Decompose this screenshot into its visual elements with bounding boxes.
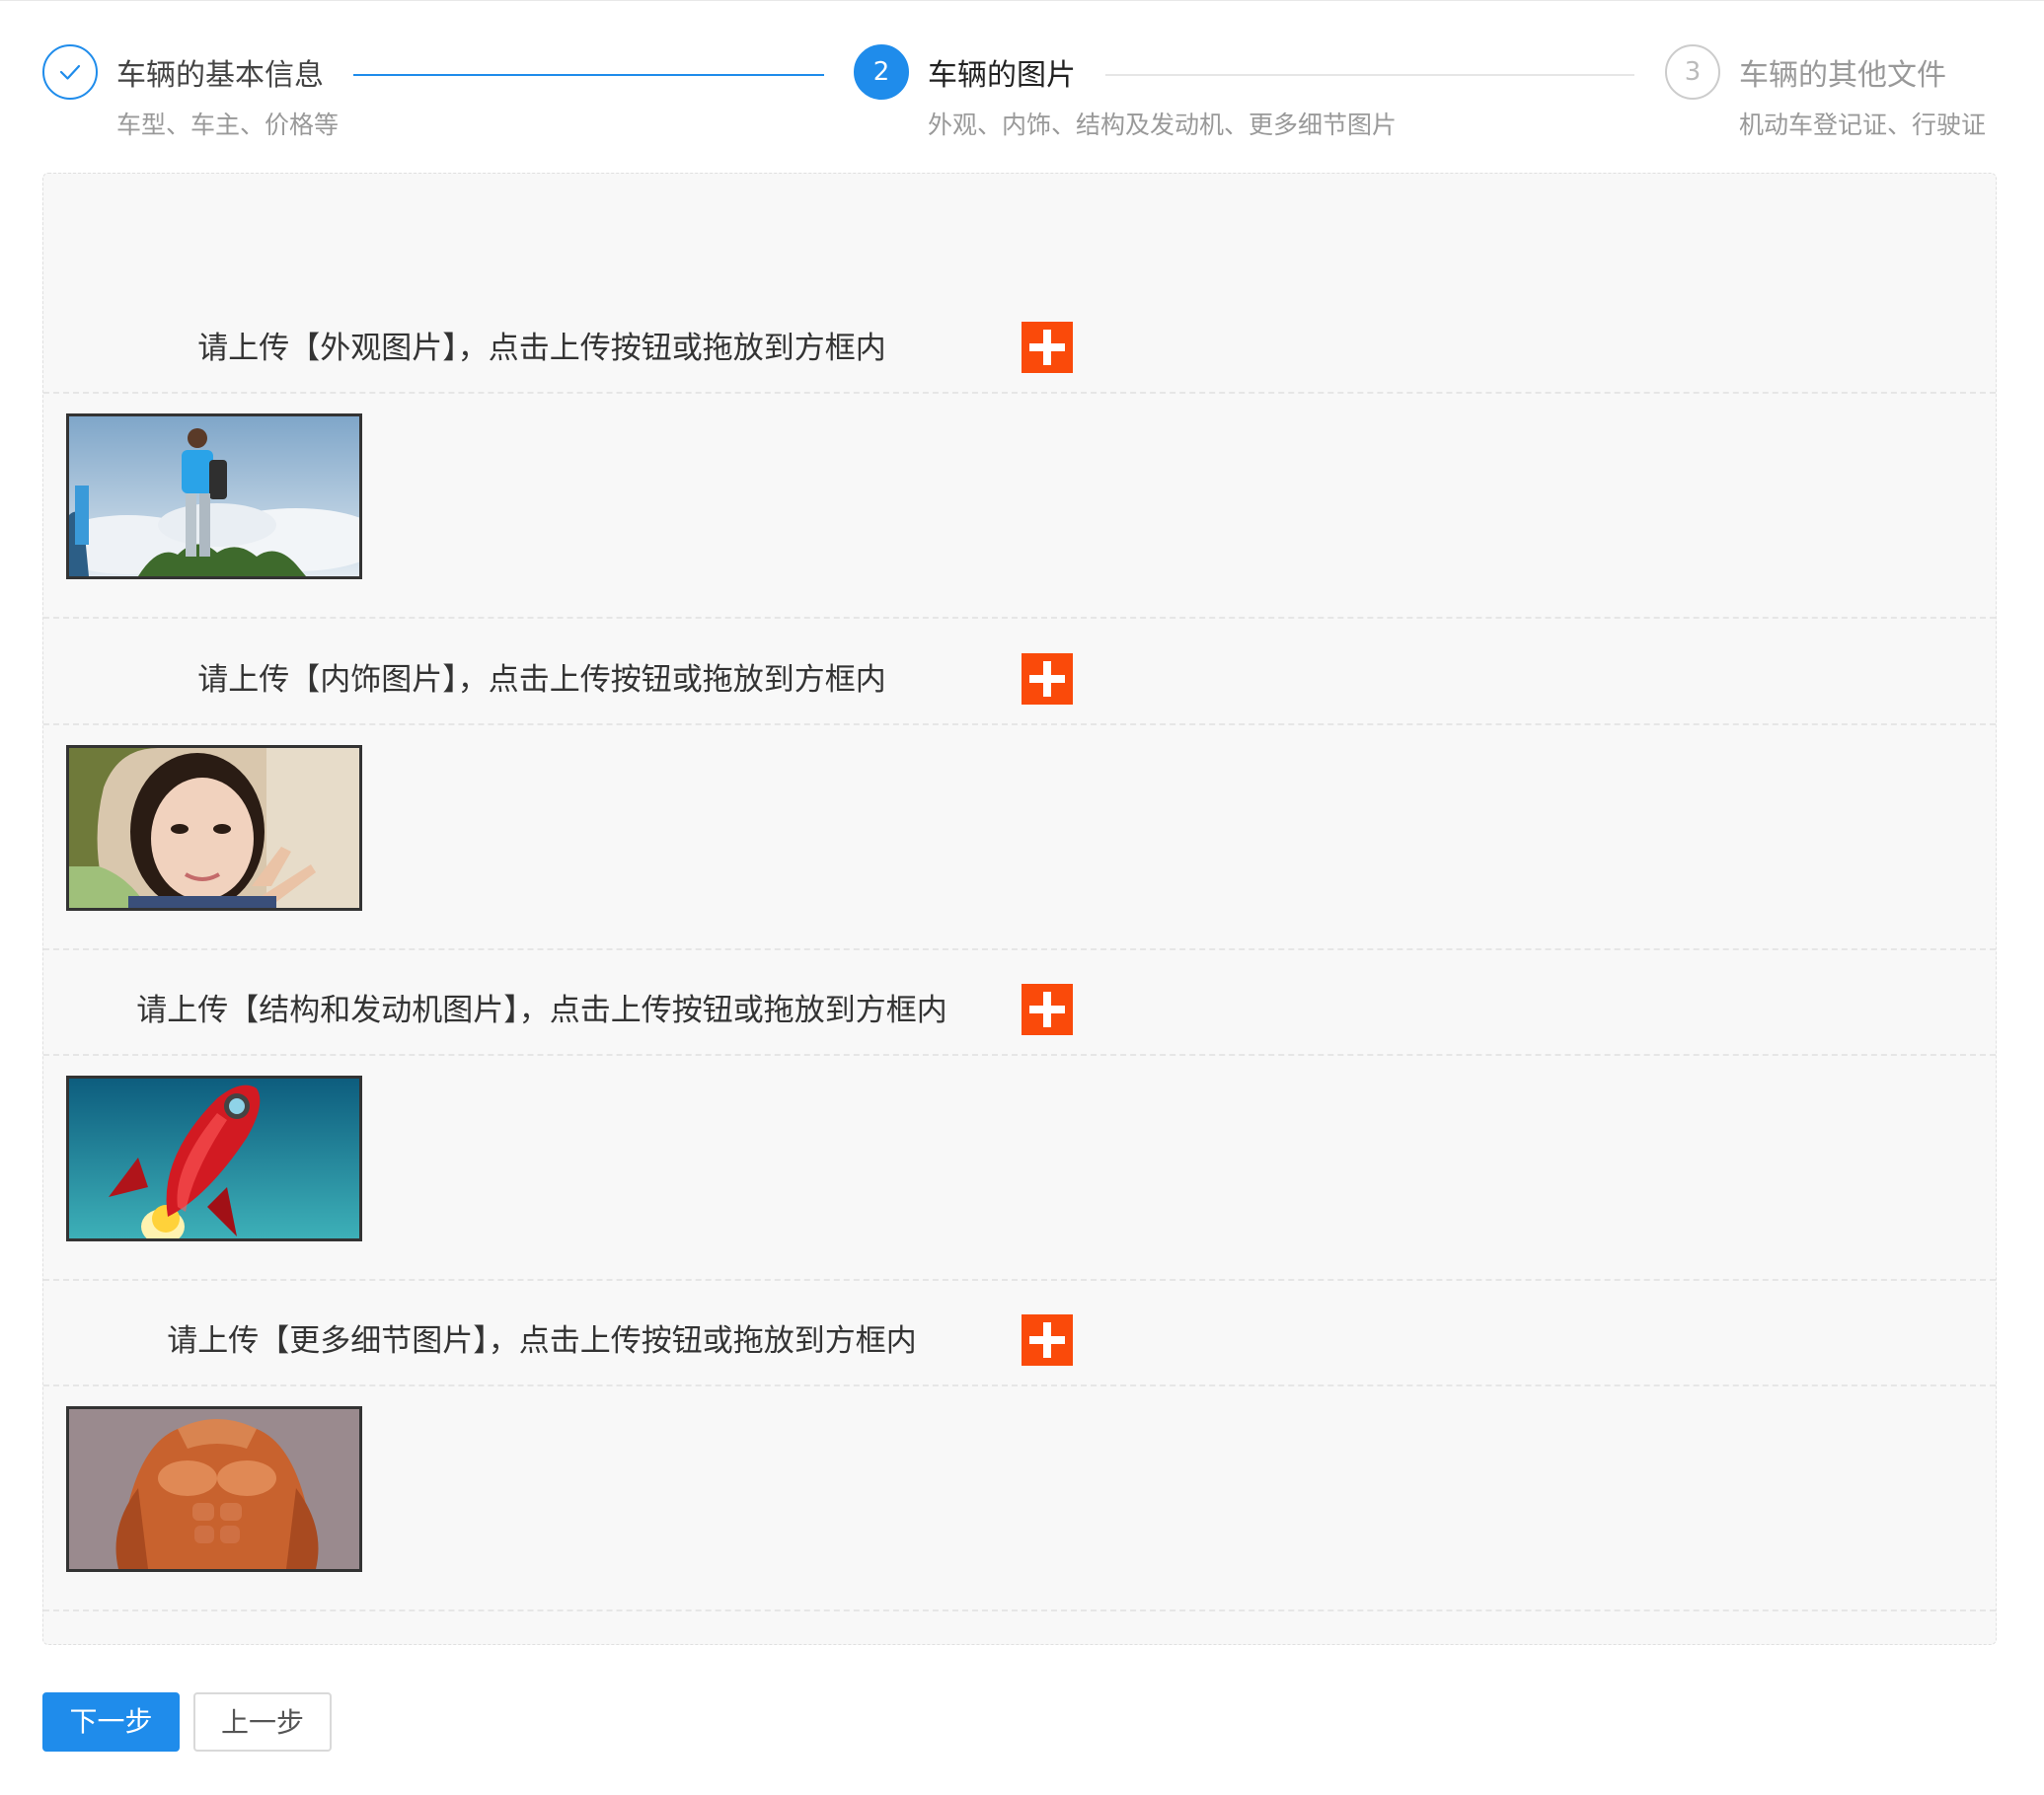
uploaded-image-thumbnail[interactable] (66, 413, 362, 579)
steps-progress: 车辆的基本信息 车型、车主、价格等 2 车辆的图片 外观、内饰、结构及发动机、更… (0, 0, 2044, 168)
upload-dropzone[interactable] (43, 1384, 1996, 1611)
upload-dropzone[interactable] (43, 723, 1996, 950)
add-upload-button[interactable] (1022, 322, 1073, 373)
upload-label: 请上传【更多细节图片】，点击上传按钮或拖放到方框内 (167, 1323, 917, 1359)
upload-section-header: 请上传【更多细节图片】，点击上传按钮或拖放到方框内 (43, 1302, 1996, 1381)
step-1-desc: 车型、车主、价格等 (116, 111, 340, 139)
upload-dropzone[interactable] (43, 392, 1996, 619)
uploaded-image-thumbnail[interactable] (66, 1406, 362, 1572)
prev-step-button[interactable]: 上一步 (193, 1692, 332, 1752)
uploaded-image-thumbnail[interactable] (66, 1076, 362, 1241)
step-connector-1 (353, 74, 824, 76)
next-step-button[interactable]: 下一步 (42, 1692, 180, 1752)
step-3-desc: 机动车登记证、行驶证 (1739, 111, 1987, 139)
step-2-indicator: 2 (854, 44, 909, 100)
step-1-title: 车辆的基本信息 (116, 58, 324, 93)
add-upload-button[interactable] (1022, 1314, 1073, 1366)
step-2-desc: 外观、内饰、结构及发动机、更多细节图片 (928, 111, 1398, 139)
uploaded-image-thumbnail[interactable] (66, 745, 362, 911)
upload-label: 请上传【结构和发动机图片】，点击上传按钮或拖放到方框内 (136, 993, 947, 1028)
upload-label: 请上传【内饰图片】，点击上传按钮或拖放到方框内 (197, 662, 886, 698)
upload-panel: 请上传【外观图片】，点击上传按钮或拖放到方框内 请上传【内饰图片】，点击上传按钮… (42, 173, 1997, 1645)
step-2-title: 车辆的图片 (928, 58, 1076, 93)
upload-dropzone[interactable] (43, 1054, 1996, 1281)
step-3-indicator: 3 (1665, 44, 1720, 100)
step-1-indicator (42, 44, 98, 100)
upload-section-header: 请上传【外观图片】，点击上传按钮或拖放到方框内 (43, 309, 1996, 388)
upload-label: 请上传【外观图片】，点击上传按钮或拖放到方框内 (197, 331, 886, 366)
upload-section-header: 请上传【内饰图片】，点击上传按钮或拖放到方框内 (43, 640, 1996, 719)
check-icon (59, 64, 81, 80)
add-upload-button[interactable] (1022, 653, 1073, 705)
add-upload-button[interactable] (1022, 984, 1073, 1035)
step-3-title: 车辆的其他文件 (1739, 58, 1946, 93)
step-connector-2 (1105, 74, 1634, 76)
upload-section-header: 请上传【结构和发动机图片】，点击上传按钮或拖放到方框内 (43, 971, 1996, 1050)
